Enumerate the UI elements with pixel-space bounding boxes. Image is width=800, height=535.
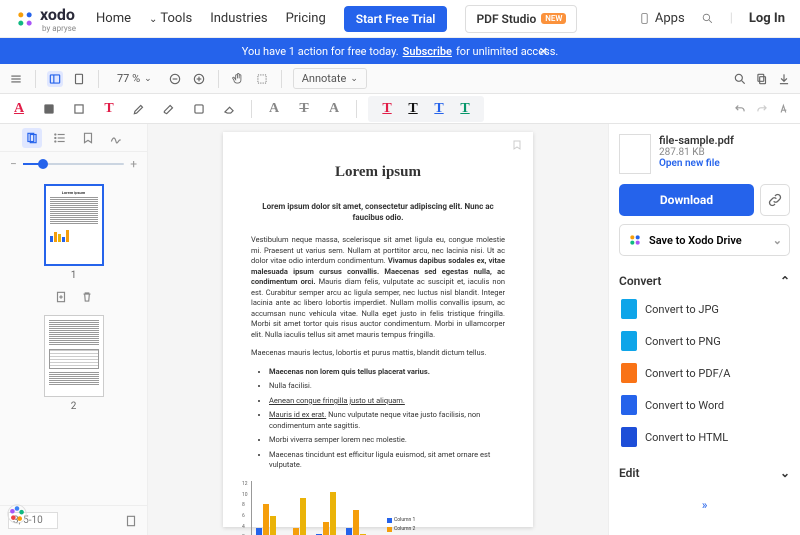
document-viewport[interactable]: Lorem ipsum Lorem ipsum dolor sit amet, … <box>148 124 608 535</box>
doc-para: Maecenas mauris lectus, lobortis et puru… <box>251 348 505 359</box>
highlighter-icon[interactable] <box>158 98 180 120</box>
download-icon[interactable] <box>776 71 792 87</box>
convert-section-header[interactable]: Convert⌃ <box>619 268 790 294</box>
search-doc-icon[interactable] <box>732 71 748 87</box>
thumbnails-panel: − + Lorem ipsum 1 2 <box>0 124 148 535</box>
zoom-out-icon[interactable] <box>167 71 183 87</box>
thumbnails-tab[interactable] <box>22 128 42 148</box>
save-to-drive-button[interactable]: Save to Xodo Drive ⌄ <box>619 224 790 256</box>
convert-option[interactable]: Convert to HTML <box>619 422 790 452</box>
add-page-icon[interactable] <box>53 289 69 305</box>
highlight-icon[interactable] <box>38 98 60 120</box>
outline-tab[interactable] <box>50 128 70 148</box>
format-toolbar: A T A T A T T T T <box>0 94 800 124</box>
mobile-icon <box>638 12 651 25</box>
more-icon[interactable] <box>776 101 792 117</box>
nav-pricing[interactable]: Pricing <box>286 11 326 26</box>
squiggly-icon[interactable]: A <box>323 98 345 120</box>
nav-home[interactable]: Home <box>96 11 131 26</box>
open-new-file-link[interactable]: Open new file <box>659 158 790 169</box>
freetext-icon[interactable]: T <box>98 98 120 120</box>
drive-icon <box>627 232 643 248</box>
pan-icon[interactable] <box>230 71 246 87</box>
eraser-icon[interactable] <box>218 98 240 120</box>
expand-more-button[interactable]: » <box>619 492 790 518</box>
doc-lead: Lorem ipsum dolor sit amet, consectetur … <box>251 201 505 223</box>
style-black[interactable]: T <box>402 98 424 120</box>
convert-option[interactable]: Convert to PDF/A <box>619 358 790 388</box>
panel-toggle-icon[interactable] <box>47 71 63 87</box>
logo-icon <box>15 9 35 29</box>
pen-icon[interactable] <box>128 98 150 120</box>
text-color-icon[interactable]: A <box>8 98 30 120</box>
login-button[interactable]: Log In <box>749 11 785 26</box>
thumb-size-slider[interactable]: − + <box>0 152 147 176</box>
file-size: 287.81 KB <box>659 147 790 158</box>
nav-apps[interactable]: Apps <box>638 11 685 26</box>
pdf-studio-button[interactable]: PDF StudioNEW <box>465 5 577 33</box>
promo-banner: You have 1 action for free today. Subscr… <box>0 38 800 64</box>
view-mode-icon[interactable] <box>71 71 87 87</box>
shape-icon[interactable] <box>188 98 210 120</box>
edit-section-header[interactable]: Edit⌄ <box>619 460 790 486</box>
note-icon[interactable] <box>68 98 90 120</box>
annotate-mode-select[interactable]: Annotate ⌄ <box>293 68 367 89</box>
undo-icon[interactable] <box>732 101 748 117</box>
redo-icon[interactable] <box>754 101 770 117</box>
subscribe-link[interactable]: Subscribe <box>403 45 452 58</box>
thumb-label: 1 <box>0 270 147 281</box>
app-header: xodoby apryse Home ⌄Tools Industries Pri… <box>0 0 800 38</box>
signatures-tab[interactable] <box>106 128 126 148</box>
text-style-group: T T T T <box>368 96 484 122</box>
convert-option[interactable]: Convert to Word <box>619 390 790 420</box>
nav-industries[interactable]: Industries <box>210 11 267 26</box>
page-options-icon[interactable] <box>123 513 139 529</box>
doc-para: Vestibulum neque massa, scelerisque sit … <box>251 235 505 340</box>
page-1: Lorem ipsum Lorem ipsum dolor sit amet, … <box>223 132 533 527</box>
file-thumb <box>619 134 651 174</box>
doc-title: Lorem ipsum <box>251 162 505 183</box>
doc-chart: 121086420 Row 1Row 2Row 3Row 4 Column 1C… <box>251 481 505 535</box>
select-icon[interactable] <box>254 71 270 87</box>
bookmark-icon[interactable] <box>511 138 523 156</box>
nav-tools[interactable]: ⌄Tools <box>149 11 192 26</box>
style-blue[interactable]: T <box>428 98 450 120</box>
share-link-button[interactable] <box>760 184 790 216</box>
thumb-label: 2 <box>0 401 147 412</box>
font-icon[interactable]: A <box>263 98 285 120</box>
start-trial-button[interactable]: Start Free Trial <box>344 6 448 32</box>
zoom-in-icon[interactable] <box>191 71 207 87</box>
file-name: file-sample.pdf <box>659 134 790 147</box>
delete-page-icon[interactable] <box>79 289 95 305</box>
search-icon[interactable] <box>701 12 714 25</box>
main-toolbar: 77 % ⌄ Annotate ⌄ <box>0 64 800 94</box>
close-banner-icon[interactable]: ✕ <box>539 45 548 58</box>
thumbnail-page-2[interactable] <box>44 315 104 397</box>
convert-option[interactable]: Convert to JPG <box>619 294 790 324</box>
download-button[interactable]: Download <box>619 184 754 216</box>
thumbnail-page-1[interactable]: Lorem ipsum <box>44 184 104 266</box>
logo[interactable]: xodoby apryse <box>15 5 76 33</box>
bookmarks-tab[interactable] <box>78 128 98 148</box>
convert-option[interactable]: Convert to PNG <box>619 326 790 356</box>
strike-icon[interactable]: T <box>293 98 315 120</box>
color-picker-icon[interactable] <box>6 503 28 525</box>
style-red[interactable]: T <box>376 98 398 120</box>
style-green[interactable]: T <box>454 98 476 120</box>
doc-list: Maecenas non lorem quis tellus placerat … <box>269 367 505 471</box>
copy-icon[interactable] <box>754 71 770 87</box>
menu-icon[interactable] <box>8 71 24 87</box>
zoom-select[interactable]: 77 % ⌄ <box>110 69 159 88</box>
right-panel: file-sample.pdf 287.81 KB Open new file … <box>608 124 800 535</box>
